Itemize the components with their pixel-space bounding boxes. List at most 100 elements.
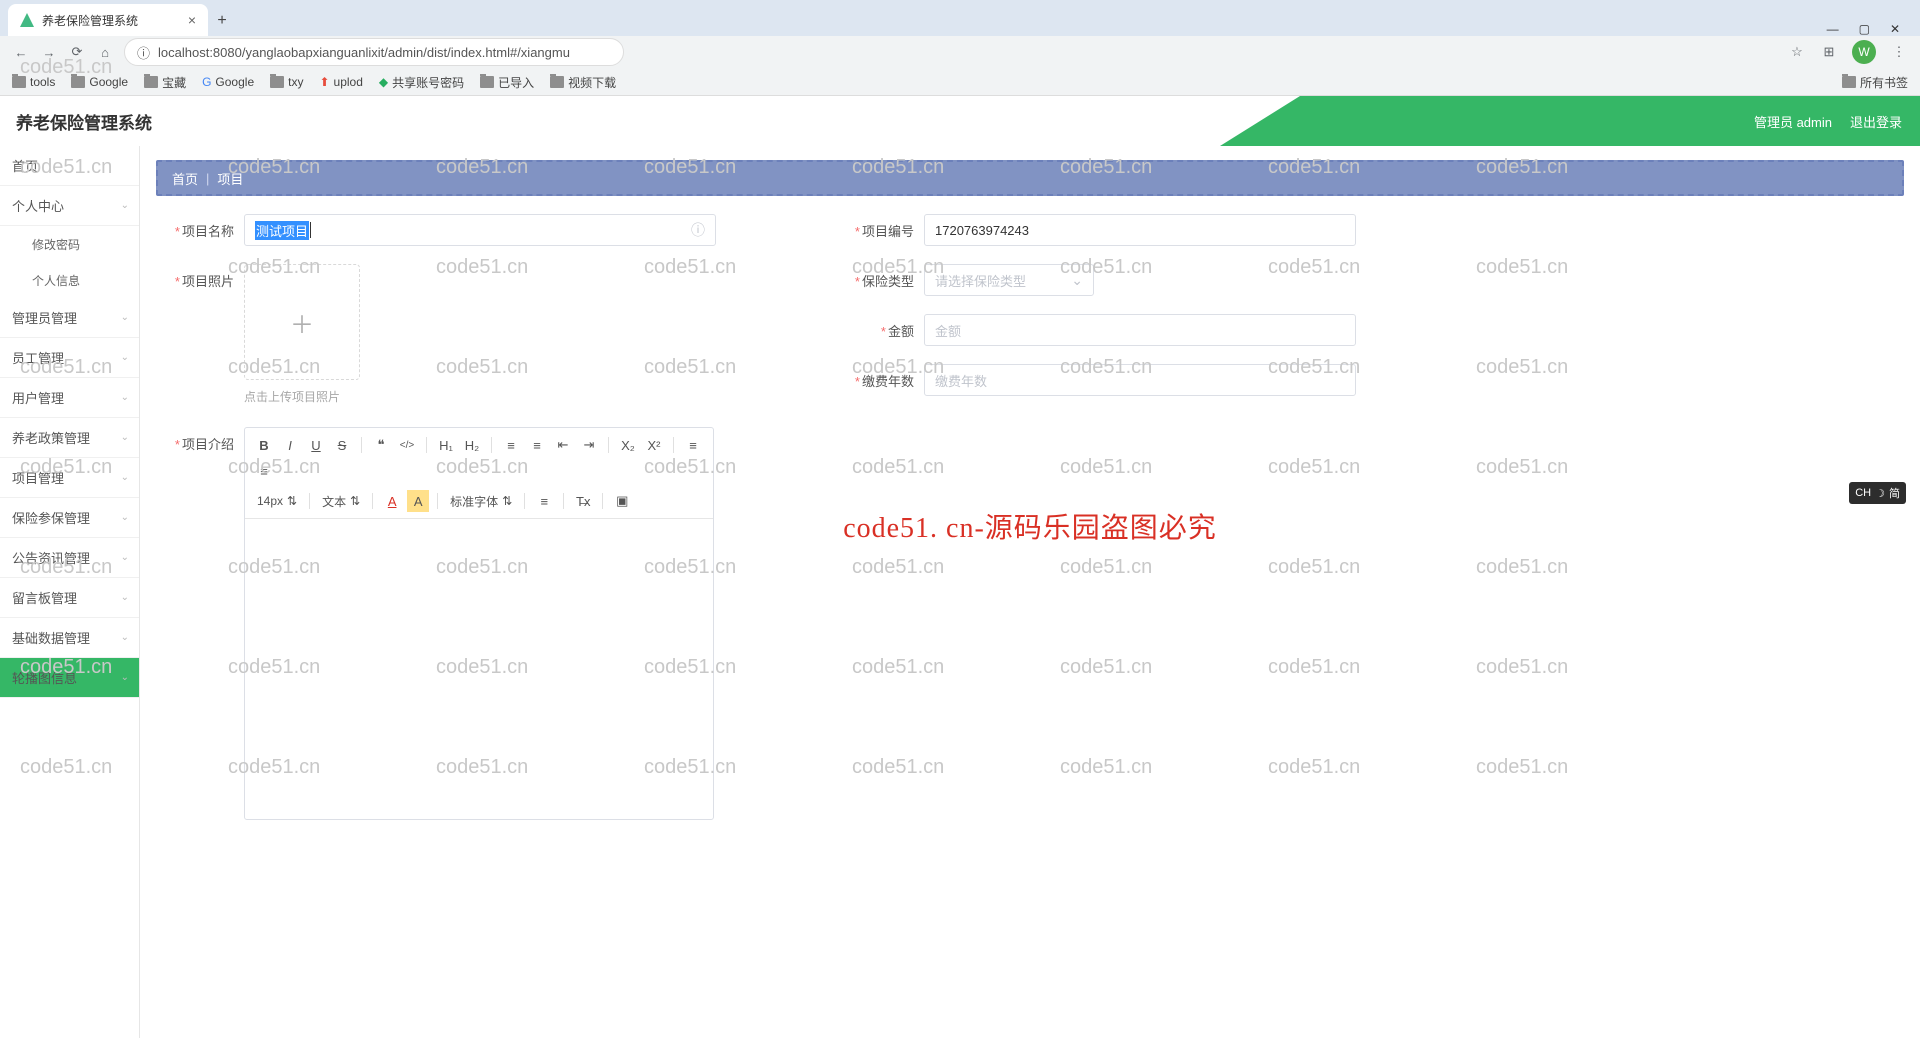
profile-avatar[interactable]: W — [1852, 40, 1876, 64]
bookmark-uplod[interactable]: ⬆uplod — [319, 75, 362, 89]
editor-bgcolor-button[interactable]: A — [407, 490, 429, 512]
bookmark-star-icon[interactable]: ☆ — [1788, 43, 1806, 61]
browser-tab[interactable]: 养老保险管理系统 × — [8, 4, 208, 36]
project-name-input[interactable]: 测试项目 ⓘ — [244, 214, 716, 246]
window-minimize-button[interactable]: — — [1827, 22, 1839, 36]
upload-photo-button[interactable]: ＋ — [244, 264, 360, 380]
current-user[interactable]: 管理员 admin — [1754, 112, 1832, 131]
chevron-down-icon: ⌄ — [121, 432, 129, 443]
editor-ol-button[interactable]: ≡ — [500, 434, 522, 456]
editor-font-select[interactable]: 标准字体⇅ — [446, 493, 516, 510]
bookmark-video[interactable]: 视频下载 — [550, 74, 616, 91]
bookmark-tools[interactable]: tools — [12, 75, 55, 89]
main-content: 首页 | 项目 *项目名称 测试项目 ⓘ *项目照片 ＋ 点击上传项目照片 — [140, 146, 1920, 1038]
url-input[interactable]: ⓘ localhost:8080/yanglaobapxianguanlixit… — [124, 38, 624, 66]
share-icon: ◆ — [379, 75, 388, 89]
project-code-input[interactable]: 1720763974243 — [924, 214, 1356, 246]
tab-bar: 养老保险管理系统 × + — ▢ ✕ — [0, 0, 1920, 36]
sidebar-sub-profile[interactable]: 个人信息 — [0, 262, 139, 298]
sidebar-item-notice[interactable]: 公告资讯管理⌄ — [0, 538, 139, 578]
chevron-down-icon: ⌄ — [121, 592, 129, 603]
app-title: 养老保险管理系统 — [16, 109, 152, 134]
folder-icon — [144, 76, 158, 88]
insurance-type-select[interactable]: 请选择保险类型⌄ — [924, 264, 1094, 296]
bookmark-google[interactable]: Google — [71, 75, 128, 89]
watermark-big: code51. cn-源码乐园盗图必究 — [843, 506, 1217, 546]
new-tab-button[interactable]: + — [208, 6, 236, 36]
bookmark-all[interactable]: 所有书签 — [1842, 74, 1908, 91]
ime-icon: ☽ — [1875, 487, 1885, 500]
breadcrumb-home[interactable]: 首页 — [172, 169, 198, 188]
editor-indent-button[interactable]: ⇥ — [578, 434, 600, 456]
nav-home-icon[interactable]: ⌂ — [96, 43, 114, 61]
window-close-button[interactable]: ✕ — [1890, 22, 1900, 36]
sidebar-item-admin[interactable]: 管理员管理⌄ — [0, 298, 139, 338]
editor-color-button[interactable]: A — [381, 490, 403, 512]
bookmark-txy[interactable]: txy — [270, 75, 303, 89]
window-maximize-button[interactable]: ▢ — [1859, 22, 1870, 36]
editor-h1-button[interactable]: H₁ — [435, 434, 457, 456]
editor-quote-button[interactable]: ❝ — [370, 434, 392, 456]
editor-image-button[interactable]: ▣ — [611, 490, 633, 512]
bookmark-imported[interactable]: 已导入 — [480, 74, 534, 91]
bookmark-shared[interactable]: ◆共享账号密码 — [379, 74, 464, 91]
nav-forward-icon[interactable]: → — [40, 43, 58, 61]
sidebar-item-basedata[interactable]: 基础数据管理⌄ — [0, 618, 139, 658]
tab-close-icon[interactable]: × — [188, 12, 196, 28]
sidebar-item-insurance[interactable]: 保险参保管理⌄ — [0, 498, 139, 538]
google-icon: G — [202, 75, 211, 89]
tab-title: 养老保险管理系统 — [42, 12, 138, 29]
chevron-down-icon: ⌄ — [121, 352, 129, 363]
sidebar-item-carousel[interactable]: 轮播图信息⌄ — [0, 658, 139, 698]
chevron-down-icon: ⌄ — [121, 312, 129, 323]
editor-underline-button[interactable]: U — [305, 434, 327, 456]
sidebar-item-user[interactable]: 用户管理⌄ — [0, 378, 139, 418]
editor-h2-button[interactable]: H₂ — [461, 434, 483, 456]
sidebar-item-personal[interactable]: 个人中心⌄ — [0, 186, 139, 226]
editor-align-left-button[interactable]: ≡ — [682, 434, 704, 456]
extensions-icon[interactable]: ⊞ — [1820, 43, 1838, 61]
editor-sub-button[interactable]: X₂ — [617, 434, 639, 456]
label-project-photo: *项目照片 — [156, 264, 234, 290]
editor-align-center-button[interactable]: ≡ — [253, 460, 275, 482]
breadcrumb-current: 项目 — [217, 169, 243, 188]
editor-sup-button[interactable]: X² — [643, 434, 665, 456]
bookmark-google2[interactable]: GGoogle — [202, 75, 254, 89]
editor-align-button[interactable]: ≡ — [533, 490, 555, 512]
sidebar-sub-password[interactable]: 修改密码 — [0, 226, 139, 262]
nav-reload-icon[interactable]: ⟳ — [68, 43, 86, 61]
editor-toolbar: B I U S ❝ </> H₁ H₂ ≡ ≡ ⇤ ⇥ X₂ — [245, 428, 713, 519]
editor-outdent-button[interactable]: ⇤ — [552, 434, 574, 456]
folder-icon — [71, 76, 85, 88]
clear-icon[interactable]: ⓘ — [691, 220, 705, 240]
editor-bold-button[interactable]: B — [253, 434, 275, 456]
folder-icon — [1842, 76, 1856, 88]
sidebar-item-message[interactable]: 留言板管理⌄ — [0, 578, 139, 618]
label-insurance-type: *保险类型 — [836, 264, 914, 290]
sidebar-item-policy[interactable]: 养老政策管理⌄ — [0, 418, 139, 458]
years-input[interactable]: 缴费年数 — [924, 364, 1356, 396]
sidebar-item-home[interactable]: 首页 — [0, 146, 139, 186]
editor-ul-button[interactable]: ≡ — [526, 434, 548, 456]
editor-fontsize-select[interactable]: 14px⇅ — [253, 494, 301, 508]
folder-icon — [550, 76, 564, 88]
editor-strike-button[interactable]: S — [331, 434, 353, 456]
sidebar-item-project[interactable]: 项目管理⌄ — [0, 458, 139, 498]
site-info-icon[interactable]: ⓘ — [137, 43, 150, 62]
chevron-down-icon: ⇅ — [502, 494, 512, 508]
sidebar-item-staff[interactable]: 员工管理⌄ — [0, 338, 139, 378]
ime-indicator[interactable]: CH ☽ 简 — [1849, 482, 1906, 504]
bookmark-treasure[interactable]: 宝藏 — [144, 74, 186, 91]
editor-body[interactable] — [245, 519, 713, 819]
logout-button[interactable]: 退出登录 — [1850, 112, 1902, 131]
amount-input[interactable]: 金额 — [924, 314, 1356, 346]
editor-code-button[interactable]: </> — [396, 434, 418, 456]
nav-back-icon[interactable]: ← — [12, 43, 30, 61]
editor-clear-button[interactable]: T̶x — [572, 490, 594, 512]
browser-menu-icon[interactable]: ⋮ — [1890, 43, 1908, 61]
rich-text-editor: B I U S ❝ </> H₁ H₂ ≡ ≡ ⇤ ⇥ X₂ — [244, 427, 714, 820]
chevron-down-icon: ⌄ — [1071, 272, 1083, 289]
editor-italic-button[interactable]: I — [279, 434, 301, 456]
editor-block-select[interactable]: 文本⇅ — [318, 493, 364, 510]
folder-icon — [12, 76, 26, 88]
